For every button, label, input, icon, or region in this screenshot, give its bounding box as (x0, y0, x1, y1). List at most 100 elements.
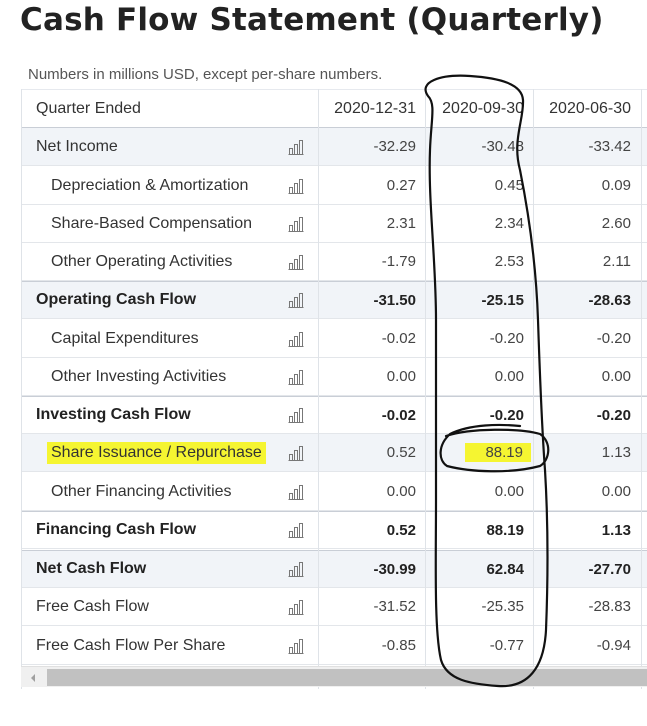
value-cell: -32.29 (373, 138, 416, 155)
bar-chart-icon[interactable] (287, 599, 305, 615)
bar-chart-icon[interactable] (287, 522, 305, 538)
value-cell: 0.27 (386, 177, 416, 194)
page-subtitle: Numbers in millions USD, except per-shar… (28, 66, 383, 83)
value-cell: 88.19 (486, 521, 524, 539)
header-quarter-ended: Quarter Ended (36, 99, 141, 117)
row-label: Capital Expenditures (51, 329, 199, 347)
chevron-left-icon[interactable] (21, 667, 45, 688)
row-label: Free Cash Flow (36, 597, 149, 615)
bar-chart-icon[interactable] (287, 484, 305, 500)
value-cell: -0.77 (489, 637, 524, 654)
table-row: Depreciation & Amortization 0.27 0.45 0.09 (22, 167, 647, 205)
row-label: Financing Cash Flow (36, 521, 197, 538)
table-row: Share Issuance / Repurchase 0.52 88.19 1.13 (22, 434, 647, 472)
value-cell: -0.20 (489, 406, 524, 424)
value-cell: -30.48 (481, 138, 524, 155)
horizontal-scrollbar[interactable] (21, 666, 647, 687)
value-cell: -33.42 (588, 138, 631, 155)
value-cell: 2.31 (386, 215, 416, 232)
column-header[interactable]: 2020-06-30 (534, 90, 631, 127)
row-label-cell: Share Issuance / Repurchase (22, 434, 318, 471)
value-cell: -1.79 (381, 253, 416, 270)
bar-chart-icon[interactable] (287, 561, 305, 577)
highlighted-value: 88.19 (465, 443, 531, 462)
row-label-cell: Free Cash Flow (22, 588, 318, 625)
row-label-cell: Net Income (22, 128, 318, 165)
value-cell: -28.63 (588, 291, 631, 309)
table-row: Free Cash Flow -31.52 -25.35 -28.83 (22, 588, 647, 626)
value-cell: 0.52 (386, 444, 416, 461)
row-label-cell: Other Financing Activities (22, 473, 318, 510)
column-header[interactable]: 2020-12-31 (319, 90, 416, 127)
value-cell: -25.35 (481, 598, 524, 615)
row-label-cell: Operating Cash Flow (22, 282, 318, 318)
value-cell: -0.20 (489, 330, 524, 347)
value-cell: 1.13 (601, 444, 631, 461)
row-label-cell: Depreciation & Amortization (22, 167, 318, 204)
value-cell: 0.00 (494, 368, 524, 385)
row-label: Other Investing Activities (51, 367, 227, 385)
row-label-cell: Other Investing Activities (22, 358, 318, 395)
row-label-cell: Other Operating Activities (22, 243, 318, 280)
row-label: Net Cash Flow (36, 560, 147, 577)
value-cell: -0.20 (596, 406, 631, 424)
value-cell: 62.84 (486, 560, 524, 578)
bar-chart-icon[interactable] (287, 292, 305, 308)
table-row: Net Income -32.29 -30.48 -33.42 (22, 128, 647, 166)
value-cell: -27.70 (588, 560, 631, 578)
column-header[interactable]: 2020-09-30 (426, 90, 524, 127)
row-label: Other Operating Activities (51, 252, 233, 270)
bar-chart-icon[interactable] (287, 254, 305, 270)
bar-chart-icon[interactable] (287, 638, 305, 654)
row-label-cell: Capital Expenditures (22, 320, 318, 357)
value-cell: 2.11 (602, 253, 631, 270)
row-label: Operating Cash Flow (36, 291, 197, 308)
column-divider (533, 89, 534, 689)
value-cell: 0.00 (601, 368, 631, 385)
scrollbar-thumb[interactable] (47, 669, 647, 686)
value-cell: 0.09 (601, 177, 631, 194)
value-cell: -0.02 (381, 330, 416, 347)
row-label-cell: Free Cash Flow Per Share (22, 627, 318, 664)
bar-chart-icon[interactable] (287, 445, 305, 461)
bar-chart-icon[interactable] (287, 369, 305, 385)
value-cell: 1.13 (601, 521, 631, 539)
column-divider (641, 89, 642, 689)
table-header-row: Quarter Ended 2020-12-31 2020-09-30 2020… (22, 89, 647, 128)
column-divider (425, 89, 426, 689)
cash-flow-table: Quarter Ended 2020-12-31 2020-09-30 2020… (21, 89, 647, 689)
bar-chart-icon[interactable] (287, 216, 305, 232)
value-cell: -31.52 (373, 598, 416, 615)
value-cell: -30.99 (373, 560, 416, 578)
value-cell: 2.34 (494, 215, 524, 232)
table-row: Free Cash Flow Per Share -0.85 -0.77 -0.94 (22, 627, 647, 665)
table-row: Other Financing Activities 0.00 0.00 0.00 (22, 473, 647, 511)
row-label: Share Issuance / Repurchase (47, 441, 266, 464)
table-row: Capital Expenditures -0.02 -0.20 -0.20 (22, 320, 647, 358)
bar-chart-icon[interactable] (287, 407, 305, 423)
page-title: Cash Flow Statement (Quarterly) (20, 2, 604, 38)
value-cell: 0.00 (386, 368, 416, 385)
bar-chart-icon[interactable] (287, 178, 305, 194)
table-row: Investing Cash Flow -0.02 -0.20 -0.20 (22, 396, 647, 434)
value-cell: 0.45 (494, 177, 524, 194)
bar-chart-icon[interactable] (287, 331, 305, 347)
value-cell: -0.94 (596, 637, 631, 654)
row-label: Other Financing Activities (51, 482, 232, 500)
value-cell: 0.00 (386, 483, 416, 500)
value-cell: -0.20 (596, 330, 631, 347)
table-row: Financing Cash Flow 0.52 88.19 1.13 (22, 511, 647, 549)
row-label: Share-Based Compensation (51, 214, 253, 232)
table-row: Net Cash Flow -30.99 62.84 -27.70 (22, 550, 647, 588)
bar-chart-icon[interactable] (287, 139, 305, 155)
value-cell: 88.19 (426, 434, 531, 471)
value-cell: -0.85 (381, 637, 416, 654)
row-label-cell: Financing Cash Flow (22, 512, 318, 548)
value-cell: 2.53 (494, 253, 524, 270)
value-cell: -28.83 (588, 598, 631, 615)
value-cell: 0.00 (494, 483, 524, 500)
row-label: Investing Cash Flow (36, 406, 191, 423)
value-cell: 2.60 (601, 215, 631, 232)
column-divider (318, 89, 319, 689)
table-row: Other Operating Activities -1.79 2.53 2.11 (22, 243, 647, 281)
